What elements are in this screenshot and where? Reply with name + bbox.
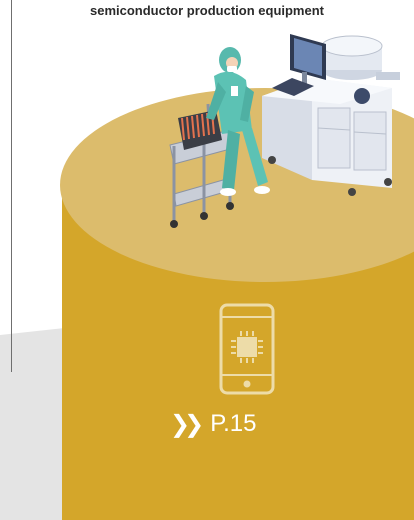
page-link-p15[interactable]: ❯❯ P.15 [170,408,257,440]
smartphone-chip-icon [219,303,275,395]
double-chevron-right-icon: ❯❯ [170,410,204,438]
page-reference-label: P.15 [210,410,257,437]
illustration-scene [60,34,414,520]
